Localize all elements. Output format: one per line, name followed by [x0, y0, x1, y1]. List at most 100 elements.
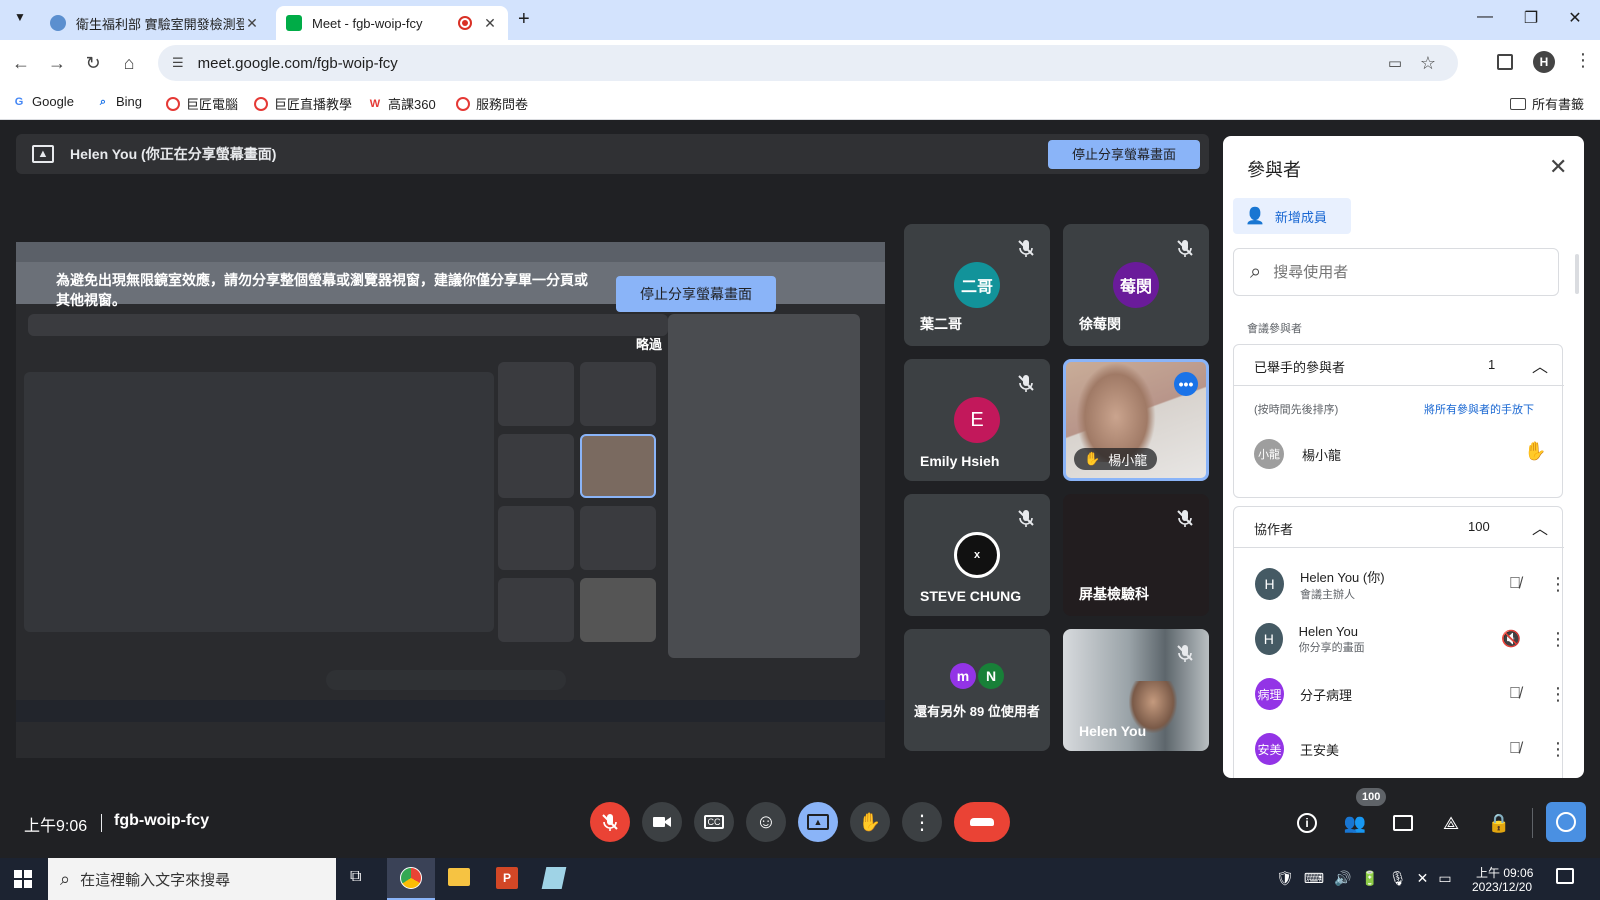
clock-time[interactable]: 上午 09:06: [1476, 864, 1533, 881]
panel-scrollbar[interactable]: [1575, 254, 1579, 294]
participant-row[interactable]: H Helen You 你分享的畫面 🔇 ⋮: [1235, 615, 1567, 663]
profile-avatar[interactable]: H: [1533, 51, 1555, 73]
participant-tile-active[interactable]: ••• ✋ 楊小龍: [1063, 359, 1209, 481]
chrome-app[interactable]: [387, 858, 435, 900]
meeting-time: 上午9:06: [24, 818, 88, 835]
more-options-icon[interactable]: ⋮: [1549, 684, 1567, 705]
bookmark-star-icon[interactable]: ☆: [1420, 53, 1436, 74]
host-controls-button[interactable]: 🔒: [1486, 810, 1512, 836]
forward-icon[interactable]: →: [44, 50, 70, 76]
bookmark-jujiang-live[interactable]: 巨匠直播教學: [254, 94, 352, 113]
close-window-icon[interactable]: ✕: [1560, 8, 1590, 32]
skip-button[interactable]: 略過: [636, 334, 662, 353]
search-input[interactable]: [1273, 263, 1524, 281]
back-icon[interactable]: ←: [8, 50, 34, 76]
participant-tile[interactable]: 莓閔 徐莓閔: [1063, 224, 1209, 346]
reload-icon[interactable]: ↻: [80, 50, 106, 76]
bookmark-course360[interactable]: W 高課360: [368, 94, 436, 113]
side-panel-icon[interactable]: [1497, 54, 1513, 70]
participant-row[interactable]: 安美 王安美 🎙̸ ⋮: [1235, 725, 1567, 773]
bookmark-google[interactable]: G Google: [12, 94, 74, 109]
tab-meet[interactable]: Meet - fgb-woip-fcy ✕: [276, 6, 508, 40]
taskbar-search[interactable]: ⌕ 在這裡輸入文字來搜尋: [48, 858, 336, 900]
camera-icon[interactable]: ▭: [1388, 54, 1402, 72]
more-options-icon[interactable]: •••: [1174, 372, 1198, 396]
participant-name: 屏基檢驗科: [1079, 586, 1149, 602]
chat-button[interactable]: [1390, 810, 1416, 836]
search-field[interactable]: ⌕: [1233, 248, 1559, 296]
bookmark-jujiang[interactable]: 巨匠電腦: [166, 94, 238, 113]
participant-row[interactable]: 病理 分子病理 🎙̸ ⋮: [1235, 670, 1567, 718]
participant-tile[interactable]: x STEVE CHUNG: [904, 494, 1050, 616]
explorer-app[interactable]: [448, 868, 470, 886]
participant-tile[interactable]: 二哥 葉二哥: [904, 224, 1050, 346]
task-view-icon[interactable]: ⧉: [350, 868, 361, 886]
collapse-icon[interactable]: ︿: [1532, 515, 1548, 539]
home-icon[interactable]: ⌂: [116, 50, 142, 76]
meeting-details-button[interactable]: i: [1294, 810, 1320, 836]
close-tab-icon[interactable]: ✕: [482, 15, 498, 32]
close-tab-icon[interactable]: ✕: [244, 15, 260, 32]
timer-button[interactable]: [1546, 802, 1586, 842]
activities-button[interactable]: ⟁: [1438, 810, 1464, 836]
jujiang-icon: [166, 96, 180, 111]
start-button[interactable]: [14, 870, 32, 888]
screen-share-preview: 為避免出現無限鏡室效應，請勿分享整個螢幕或瀏覽器視窗，建議你僅分享單一分頁或其他…: [16, 242, 885, 758]
camera-toggle-button[interactable]: [642, 802, 682, 842]
more-options-icon[interactable]: ⋮: [1549, 574, 1567, 595]
present-button[interactable]: ▲: [798, 802, 838, 842]
others-tile[interactable]: m N 還有另外 89 位使用者: [904, 629, 1050, 751]
more-options-icon[interactable]: ⋮: [1549, 739, 1567, 760]
lower-all-hands-link[interactable]: 將所有參與者的手放下: [1424, 401, 1534, 417]
reactions-button[interactable]: ☺: [746, 802, 786, 842]
raised-hands-section: 已舉手的參與者 1 ︿ (按時間先後排序) 將所有參與者的手放下 小龍 楊小龍 …: [1233, 344, 1564, 498]
site-info-icon[interactable]: ☰: [172, 55, 184, 71]
participant-info: Helen You 你分享的畫面: [1299, 624, 1437, 655]
address-bar[interactable]: ☰ meet.google.com/fgb-woip-fcy ▭ ☆: [158, 45, 1458, 81]
system-tray[interactable]: 🛡⌨🔊🔋🎙✕▭: [1276, 870, 1462, 887]
participant-info: 分子病理: [1300, 685, 1445, 704]
notifications-icon[interactable]: [1556, 868, 1574, 884]
raise-hand-button[interactable]: ✋: [850, 802, 890, 842]
volume-off-icon[interactable]: 🔇: [1501, 629, 1521, 649]
mic-toggle-button[interactable]: [590, 802, 630, 842]
stop-sharing-button[interactable]: 停止分享螢幕畫面: [1048, 140, 1200, 169]
new-tab-button[interactable]: +: [518, 8, 530, 31]
more-options-icon[interactable]: ⋮: [1549, 629, 1567, 650]
tab-search-icon[interactable]: ▼: [10, 10, 30, 30]
participant-name: 楊小龍: [1108, 452, 1148, 468]
add-person-icon: 👤: [1245, 208, 1265, 225]
participant-tile[interactable]: 屏基檢驗科: [1063, 494, 1209, 616]
more-options-button[interactable]: ⋮: [902, 802, 942, 842]
order-note: (按時間先後排序): [1254, 404, 1339, 416]
mic-off-icon[interactable]: 🎙̸: [1509, 685, 1521, 703]
close-panel-icon[interactable]: ✕: [1549, 154, 1567, 180]
participant-name: Helen You: [1298, 623, 1358, 639]
add-people-button[interactable]: 👤 新增成員: [1233, 198, 1351, 234]
raised-hand-icon[interactable]: ✋: [1524, 441, 1546, 462]
leave-call-button[interactable]: [954, 802, 1010, 842]
bookmark-bing[interactable]: ⌕ Bing: [96, 94, 142, 109]
all-bookmarks[interactable]: 所有書籤: [1510, 94, 1584, 113]
preview-stop-sharing-button[interactable]: 停止分享螢幕畫面: [616, 276, 776, 312]
participant-tile[interactable]: E Emily Hsieh: [904, 359, 1050, 481]
tab-hhs[interactable]: 衛生福利部 實驗室開發檢測登錄 ✕: [40, 6, 270, 40]
minimize-icon[interactable]: —: [1470, 8, 1500, 32]
people-button[interactable]: 👥: [1342, 810, 1368, 836]
clock-date[interactable]: 2023/12/20: [1472, 880, 1532, 894]
course-icon: W: [369, 97, 381, 110]
restore-icon[interactable]: ❐: [1516, 8, 1546, 32]
app-icon[interactable]: [541, 867, 567, 889]
meet-favicon-icon: [286, 15, 302, 31]
powerpoint-app[interactable]: P: [496, 867, 518, 889]
collapse-icon[interactable]: ︿: [1532, 353, 1548, 377]
participant-row[interactable]: H Helen You (你) 會議主辦人 🎙̸ ⋮: [1235, 560, 1567, 608]
windows-icon: [14, 870, 22, 878]
mic-off-icon[interactable]: 🎙̸: [1509, 575, 1521, 593]
panel-title: 參與者: [1247, 160, 1301, 180]
mic-off-icon[interactable]: 🎙̸: [1509, 740, 1521, 758]
bookmark-survey[interactable]: 服務問卷: [456, 94, 528, 113]
menu-icon[interactable]: ⋮: [1574, 50, 1592, 71]
captions-button[interactable]: CC: [694, 802, 734, 842]
participant-tile[interactable]: Helen You: [1063, 629, 1209, 751]
